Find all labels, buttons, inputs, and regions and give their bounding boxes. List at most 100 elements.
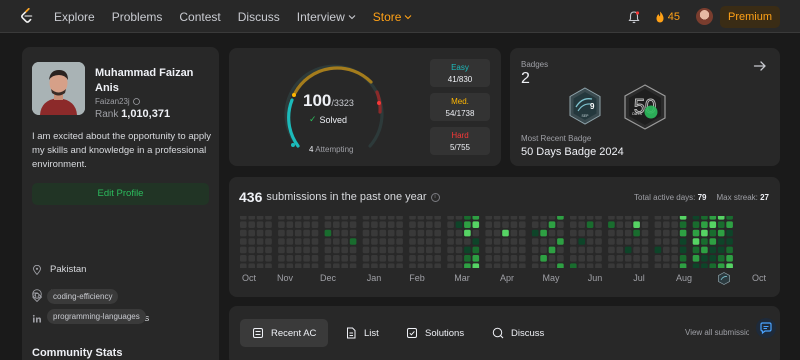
heatmap-cell[interactable] bbox=[426, 229, 433, 237]
heatmap-cell[interactable] bbox=[624, 216, 632, 220]
heatmap-cell[interactable] bbox=[417, 246, 425, 254]
heatmap-cell[interactable] bbox=[608, 229, 615, 237]
heatmap-cell[interactable] bbox=[531, 216, 539, 220]
heatmap-cell[interactable] bbox=[379, 221, 387, 228]
heatmap-cell[interactable] bbox=[396, 263, 403, 268]
nav-contest[interactable]: Contest bbox=[179, 10, 220, 24]
heatmap-cell[interactable] bbox=[311, 216, 319, 220]
heatmap-cell[interactable] bbox=[311, 255, 319, 262]
heatmap-cell[interactable] bbox=[447, 255, 454, 262]
heatmap-cell[interactable] bbox=[286, 246, 294, 254]
heatmap-cell[interactable] bbox=[633, 238, 640, 245]
heatmap-cell[interactable] bbox=[510, 221, 518, 228]
heatmap-cell[interactable] bbox=[701, 221, 708, 228]
heatmap-cell[interactable] bbox=[387, 263, 395, 268]
avatar[interactable] bbox=[695, 8, 713, 25]
heatmap-cell[interactable] bbox=[641, 238, 649, 245]
heatmap-cell[interactable] bbox=[341, 255, 348, 262]
heatmap-cell[interactable] bbox=[278, 221, 285, 228]
heatmap-cell[interactable] bbox=[548, 263, 556, 268]
heatmap-cell[interactable] bbox=[278, 246, 285, 254]
tab-solutions[interactable]: Solutions bbox=[406, 319, 464, 347]
heatmap-cell[interactable] bbox=[641, 221, 649, 228]
heatmap-cell[interactable] bbox=[557, 229, 564, 237]
heatmap-cell[interactable] bbox=[248, 238, 255, 245]
heatmap-cell[interactable] bbox=[692, 263, 700, 268]
medium-stat[interactable]: Med. 54/1738 bbox=[430, 93, 490, 121]
heatmap-cell[interactable] bbox=[531, 255, 539, 262]
heatmap-cell[interactable] bbox=[472, 238, 480, 245]
heatmap-cell[interactable] bbox=[701, 238, 708, 245]
heatmap-cell[interactable] bbox=[531, 229, 539, 237]
heatmap-cell[interactable] bbox=[417, 221, 425, 228]
heatmap-cell[interactable] bbox=[286, 238, 294, 245]
heatmap-cell[interactable] bbox=[447, 229, 454, 237]
heatmap-cell[interactable] bbox=[586, 216, 594, 220]
heatmap-cell[interactable] bbox=[663, 238, 670, 245]
heatmap-cell[interactable] bbox=[548, 229, 556, 237]
heatmap-cell[interactable] bbox=[417, 216, 425, 220]
heatmap-cell[interactable] bbox=[362, 246, 370, 254]
heatmap-cell[interactable] bbox=[671, 238, 678, 245]
heatmap-cell[interactable] bbox=[256, 216, 264, 220]
heatmap-cell[interactable] bbox=[294, 263, 302, 268]
heatmap-cell[interactable] bbox=[502, 229, 509, 237]
heatmap-cell[interactable] bbox=[464, 216, 471, 220]
heatmap-cell[interactable] bbox=[417, 263, 425, 268]
heatmap-cell[interactable] bbox=[303, 246, 310, 254]
heatmap-cell[interactable] bbox=[240, 221, 247, 228]
heatmap-cell[interactable] bbox=[371, 255, 378, 262]
heatmap-cell[interactable] bbox=[493, 255, 501, 262]
heatmap-cell[interactable] bbox=[679, 216, 687, 220]
heatmap-cell[interactable] bbox=[472, 263, 480, 268]
heatmap-cell[interactable] bbox=[278, 229, 285, 237]
heatmap-cell[interactable] bbox=[256, 229, 264, 237]
profile-avatar[interactable] bbox=[32, 62, 85, 115]
heatmap-cell[interactable] bbox=[311, 263, 319, 268]
heatmap-cell[interactable] bbox=[447, 221, 454, 228]
heatmap-cell[interactable] bbox=[324, 221, 332, 228]
heatmap-cell[interactable] bbox=[324, 263, 332, 268]
heatmap-cell[interactable] bbox=[709, 229, 717, 237]
heatmap-cell[interactable] bbox=[692, 255, 700, 262]
heatmap-cell[interactable] bbox=[387, 238, 395, 245]
heatmap-cell[interactable] bbox=[570, 238, 577, 245]
heatmap-cell[interactable] bbox=[248, 229, 255, 237]
heatmap-cell[interactable] bbox=[303, 229, 310, 237]
heatmap-cell[interactable] bbox=[426, 216, 433, 220]
heatmap-cell[interactable] bbox=[671, 221, 678, 228]
heatmap-cell[interactable] bbox=[540, 255, 547, 262]
heatmap-cell[interactable] bbox=[387, 216, 395, 220]
nav-explore[interactable]: Explore bbox=[54, 10, 95, 24]
heatmap-cell[interactable] bbox=[679, 255, 687, 262]
heatmap-cell[interactable] bbox=[387, 221, 395, 228]
heatmap-cell[interactable] bbox=[303, 221, 310, 228]
heatmap-cell[interactable] bbox=[362, 238, 370, 245]
heatmap-cell[interactable] bbox=[557, 238, 564, 245]
heatmap-cell[interactable] bbox=[464, 263, 471, 268]
heatmap-cell[interactable] bbox=[447, 238, 454, 245]
heatmap-cell[interactable] bbox=[426, 238, 433, 245]
streak-counter[interactable]: 45 bbox=[655, 11, 680, 23]
heatmap-cell[interactable] bbox=[341, 221, 348, 228]
heatmap-cell[interactable] bbox=[324, 255, 332, 262]
heatmap-cell[interactable] bbox=[256, 255, 264, 262]
heatmap-cell[interactable] bbox=[333, 255, 340, 262]
heatmap-cell[interactable] bbox=[557, 263, 564, 268]
heatmap-cell[interactable] bbox=[671, 229, 678, 237]
heatmap-cell[interactable] bbox=[311, 238, 319, 245]
heatmap-cell[interactable] bbox=[240, 255, 247, 262]
heatmap-cell[interactable] bbox=[548, 246, 556, 254]
heatmap-cell[interactable] bbox=[455, 255, 463, 262]
heatmap-cell[interactable] bbox=[663, 229, 670, 237]
heatmap-cell[interactable] bbox=[426, 263, 433, 268]
heatmap-cell[interactable] bbox=[616, 263, 624, 268]
heatmap-cell[interactable] bbox=[379, 238, 387, 245]
heatmap-cell[interactable] bbox=[256, 263, 264, 268]
heatmap-cell[interactable] bbox=[616, 255, 624, 262]
heatmap-cell[interactable] bbox=[485, 229, 492, 237]
heatmap-cell[interactable] bbox=[265, 263, 272, 268]
heatmap-cell[interactable] bbox=[595, 246, 602, 254]
heatmap-cell[interactable] bbox=[663, 221, 670, 228]
heatmap-cell[interactable] bbox=[502, 216, 509, 220]
